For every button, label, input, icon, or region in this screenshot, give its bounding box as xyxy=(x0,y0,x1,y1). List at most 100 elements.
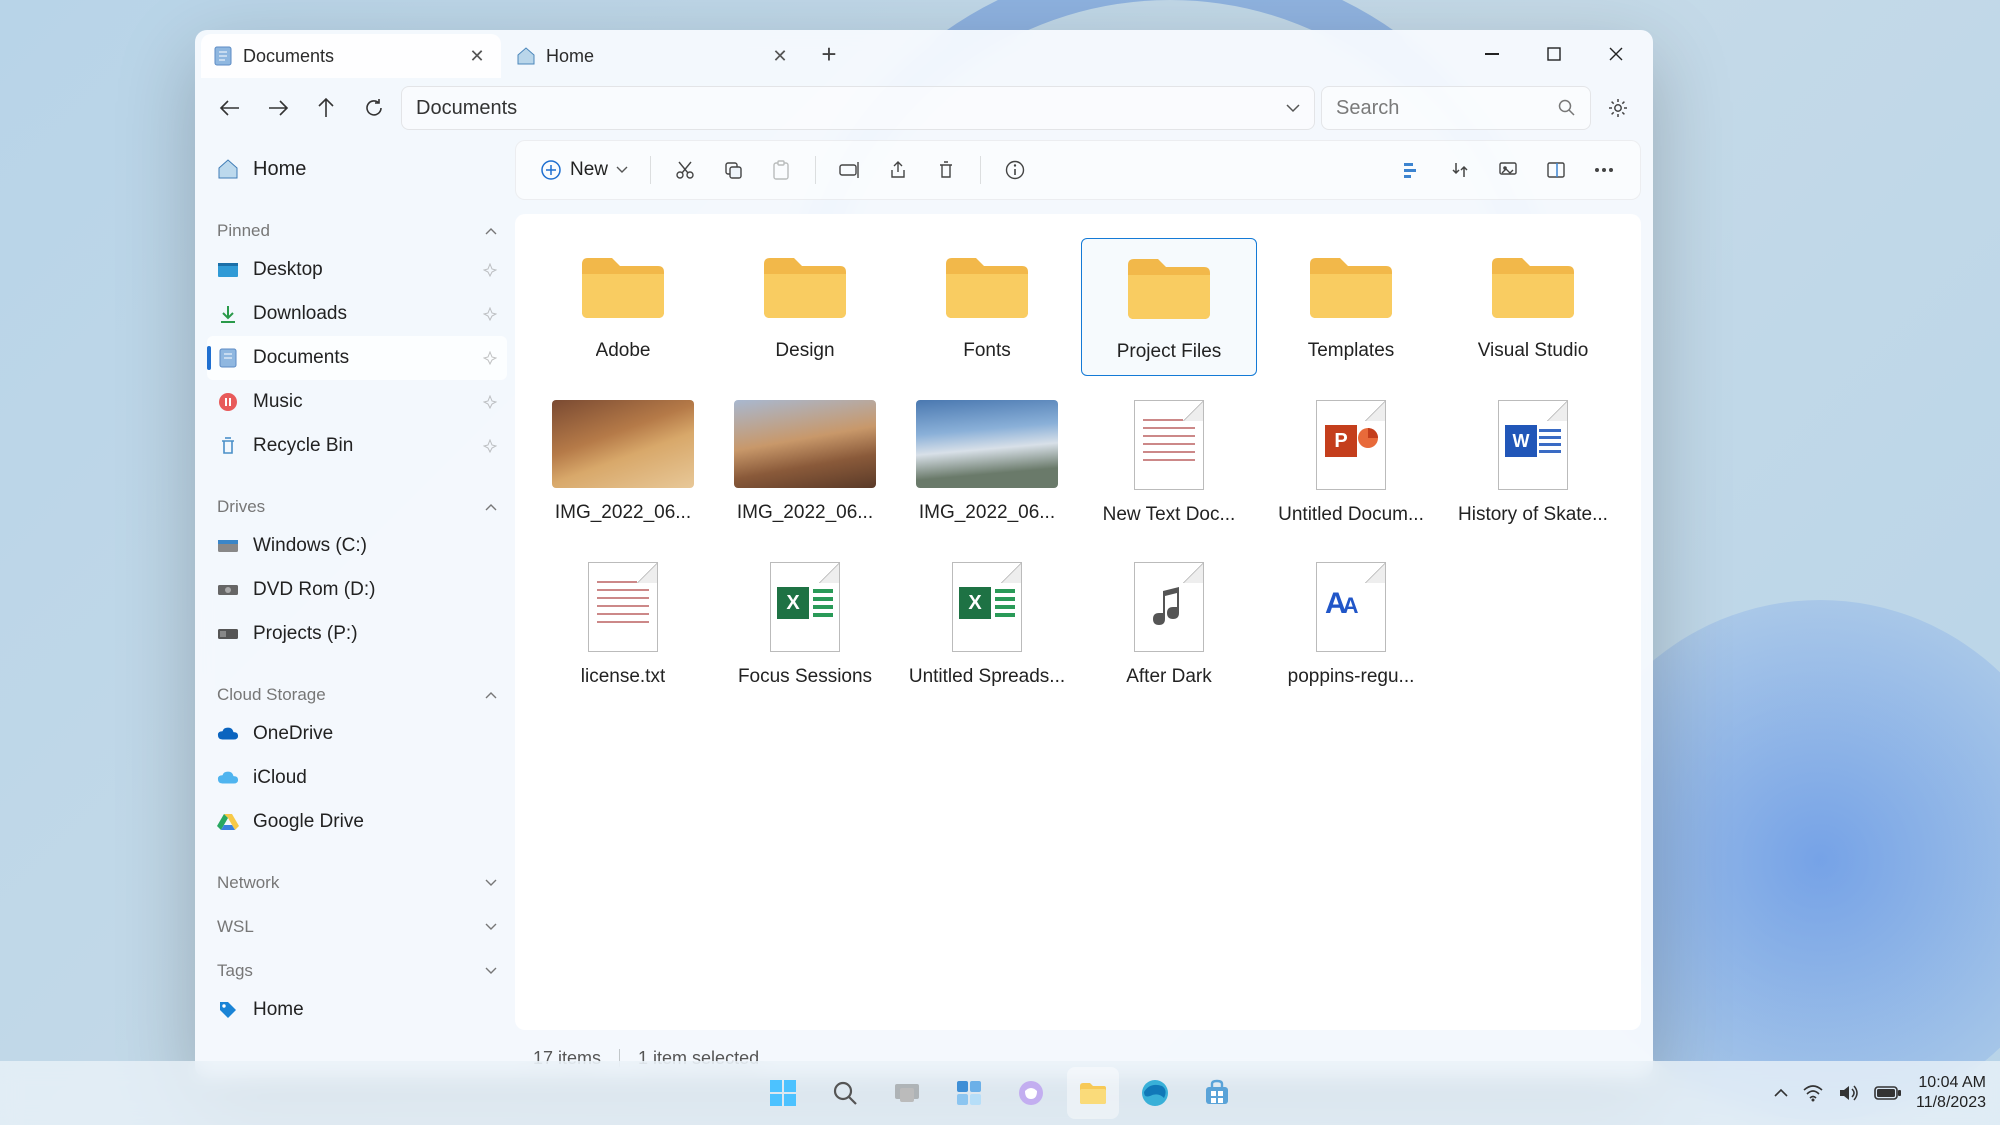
sidebar-section-wsl[interactable]: WSL xyxy=(207,910,507,944)
font-icon: AA xyxy=(1316,562,1386,652)
chevron-down-icon xyxy=(485,879,497,887)
file-item[interactable]: IMG_2022_06... xyxy=(717,390,893,538)
file-item[interactable]: WHistory of Skate... xyxy=(1445,390,1621,538)
widgets-icon[interactable] xyxy=(943,1067,995,1119)
folder-icon xyxy=(217,259,239,281)
system-clock[interactable]: 10:04 AM 11/8/2023 xyxy=(1916,1073,1986,1113)
file-item[interactable]: New Text Doc... xyxy=(1081,390,1257,538)
folder-icon xyxy=(932,248,1042,326)
folder-item[interactable]: Adobe xyxy=(535,238,711,376)
sidebar-drive[interactable]: DVD Rom (D:) xyxy=(207,568,507,612)
more-button[interactable] xyxy=(1582,150,1626,190)
file-item[interactable]: license.txt xyxy=(535,552,711,700)
folder-item[interactable]: Visual Studio xyxy=(1445,238,1621,376)
sidebar-item-downloads[interactable]: Downloads xyxy=(207,292,507,336)
sidebar-item-music[interactable]: Music xyxy=(207,380,507,424)
cloud-icon xyxy=(217,723,239,745)
view-button[interactable] xyxy=(1486,150,1530,190)
search-taskbar-icon[interactable] xyxy=(819,1067,871,1119)
pin-icon[interactable] xyxy=(483,351,497,365)
address-text: Documents xyxy=(416,97,517,120)
pin-icon[interactable] xyxy=(483,439,497,453)
pin-icon[interactable] xyxy=(483,307,497,321)
folder-item[interactable]: Templates xyxy=(1263,238,1439,376)
folder-icon xyxy=(1114,249,1224,327)
chevron-up-icon xyxy=(485,691,497,699)
rename-button[interactable] xyxy=(828,150,872,190)
sidebar-home-label: Home xyxy=(253,158,306,181)
wifi-icon[interactable] xyxy=(1802,1084,1824,1102)
chevron-down-icon xyxy=(485,923,497,931)
sidebar-item-documents[interactable]: Documents xyxy=(207,336,507,380)
battery-icon[interactable] xyxy=(1874,1085,1902,1101)
sort-button[interactable] xyxy=(1390,150,1434,190)
volume-icon[interactable] xyxy=(1838,1084,1860,1102)
group-button[interactable] xyxy=(1438,150,1482,190)
sidebar-section-network[interactable]: Network xyxy=(207,866,507,900)
up-button[interactable] xyxy=(305,87,347,129)
file-item[interactable]: After Dark xyxy=(1081,552,1257,700)
tab-home[interactable]: Home ✕ xyxy=(504,34,804,78)
address-bar[interactable]: Documents xyxy=(401,86,1315,130)
show-hidden-icons[interactable] xyxy=(1774,1088,1788,1098)
pin-icon[interactable] xyxy=(483,263,497,277)
edge-icon[interactable] xyxy=(1129,1067,1181,1119)
sidebar-cloud[interactable]: Google Drive xyxy=(207,800,507,844)
folder-icon xyxy=(217,435,239,457)
folder-item[interactable]: Project Files xyxy=(1081,238,1257,376)
sidebar-item-desktop[interactable]: Desktop xyxy=(207,248,507,292)
sidebar-drive[interactable]: Projects (P:) xyxy=(207,612,507,656)
share-button[interactable] xyxy=(876,150,920,190)
search-icon xyxy=(1558,99,1576,117)
new-tab-button[interactable]: + xyxy=(808,33,850,75)
start-button[interactable] xyxy=(757,1067,809,1119)
sidebar-section-pinned[interactable]: Pinned xyxy=(207,214,507,248)
refresh-button[interactable] xyxy=(353,87,395,129)
sidebar-tag-home[interactable]: Home xyxy=(207,988,507,1032)
layout-button[interactable] xyxy=(1534,150,1578,190)
sidebar-section-drives[interactable]: Drives xyxy=(207,490,507,524)
back-button[interactable] xyxy=(209,87,251,129)
chevron-down-icon[interactable] xyxy=(1286,103,1300,113)
file-item[interactable]: AApoppins-regu... xyxy=(1263,552,1439,700)
file-item[interactable]: IMG_2022_06... xyxy=(899,390,1075,538)
home-icon xyxy=(217,158,239,180)
folder-item[interactable]: Design xyxy=(717,238,893,376)
sidebar-item-recycle-bin[interactable]: Recycle Bin xyxy=(207,424,507,468)
paste-button[interactable] xyxy=(759,150,803,190)
maximize-button[interactable] xyxy=(1523,33,1585,75)
store-icon[interactable] xyxy=(1191,1067,1243,1119)
sidebar-drive[interactable]: Windows (C:) xyxy=(207,524,507,568)
file-item[interactable]: XUntitled Spreads... xyxy=(899,552,1075,700)
search-input[interactable]: Search xyxy=(1321,86,1591,130)
pin-icon[interactable] xyxy=(483,395,497,409)
close-tab-icon[interactable]: ✕ xyxy=(467,46,487,66)
properties-button[interactable] xyxy=(993,150,1037,190)
drive-icon xyxy=(217,535,239,557)
cut-button[interactable] xyxy=(663,150,707,190)
close-tab-icon[interactable]: ✕ xyxy=(770,46,790,66)
new-button[interactable]: New xyxy=(530,151,638,189)
close-window-button[interactable] xyxy=(1585,33,1647,75)
folder-icon xyxy=(1478,248,1588,326)
settings-button[interactable] xyxy=(1597,87,1639,129)
sidebar-section-tags[interactable]: Tags xyxy=(207,954,507,988)
teams-icon[interactable] xyxy=(1005,1067,1057,1119)
forward-button[interactable] xyxy=(257,87,299,129)
sidebar-cloud[interactable]: OneDrive xyxy=(207,712,507,756)
file-item[interactable]: IMG_2022_06... xyxy=(535,390,711,538)
file-item[interactable]: XFocus Sessions xyxy=(717,552,893,700)
delete-button[interactable] xyxy=(924,150,968,190)
file-grid[interactable]: AdobeDesignFontsProject FilesTemplatesVi… xyxy=(515,214,1641,1030)
sidebar-section-cloud[interactable]: Cloud Storage xyxy=(207,678,507,712)
folder-item[interactable]: Fonts xyxy=(899,238,1075,376)
navigation-bar: Documents Search xyxy=(195,78,1653,134)
tab-documents[interactable]: Documents ✕ xyxy=(201,34,501,78)
task-view-icon[interactable] xyxy=(881,1067,933,1119)
file-explorer-taskbar-icon[interactable] xyxy=(1067,1067,1119,1119)
copy-button[interactable] xyxy=(711,150,755,190)
sidebar-cloud[interactable]: iCloud xyxy=(207,756,507,800)
file-item[interactable]: PUntitled Docum... xyxy=(1263,390,1439,538)
minimize-button[interactable] xyxy=(1461,33,1523,75)
sidebar-home[interactable]: Home xyxy=(207,146,507,192)
